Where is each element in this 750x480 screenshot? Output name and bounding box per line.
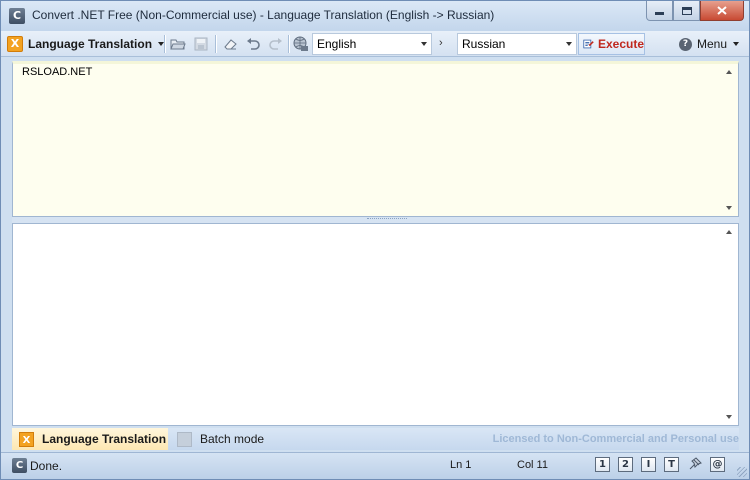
save-button[interactable] — [192, 35, 210, 53]
source-language-value: English — [317, 37, 357, 51]
panel-1-button[interactable]: 1 — [595, 457, 610, 472]
title-bar: C Convert .NET Free (Non-Commercial use)… — [1, 1, 749, 31]
execute-icon — [583, 39, 594, 49]
target-text-editor[interactable] — [12, 223, 739, 426]
splitter-grip-icon[interactable] — [367, 218, 407, 221]
main-toolbar: X Language Translation English › Russian… — [1, 31, 749, 57]
mode-dropdown[interactable]: X Language Translation — [7, 34, 165, 54]
save-icon — [194, 37, 208, 51]
resize-grip-icon[interactable] — [737, 467, 747, 477]
line-indicator: Ln 1 — [450, 459, 472, 471]
scroll-down-icon[interactable] — [726, 415, 732, 419]
scroll-up-icon[interactable] — [726, 230, 732, 234]
source-language-select[interactable]: English — [312, 33, 432, 55]
help-icon: ? — [679, 37, 692, 51]
window-title: Convert .NET Free (Non-Commercial use) -… — [32, 8, 495, 22]
open-folder-icon — [170, 39, 186, 50]
source-text[interactable]: RSLOAD.NET — [22, 66, 92, 78]
app-logo-icon[interactable]: C — [9, 8, 25, 24]
scroll-down-icon[interactable] — [726, 206, 732, 210]
mode-tab-bar: X Language Translation Batch mode Licens… — [12, 428, 739, 450]
maximize-button[interactable] — [673, 1, 700, 21]
tab-label: Batch mode — [200, 432, 265, 446]
chevron-down-icon — [421, 42, 427, 46]
pin-icon — [689, 457, 702, 470]
minimize-button[interactable] — [646, 1, 673, 21]
close-icon — [717, 6, 727, 15]
scroll-up-icon[interactable] — [726, 70, 732, 74]
clear-button[interactable] — [221, 35, 239, 53]
column-indicator: Col 11 — [517, 459, 548, 471]
execute-button[interactable]: Execute — [578, 33, 645, 55]
chevron-down-icon — [733, 42, 740, 46]
toolbar-divider — [164, 35, 165, 53]
language-globe-icon — [293, 36, 308, 51]
redo-button[interactable] — [267, 35, 285, 53]
redo-icon — [269, 38, 282, 50]
status-bar: C Done. Ln 1 Col 11 1 2 I T @ — [1, 452, 749, 479]
eraser-icon — [223, 38, 237, 49]
target-language-value: Russian — [462, 37, 506, 51]
app-logo-icon: C — [12, 458, 27, 473]
text-cursor-button[interactable]: I — [641, 457, 656, 472]
undo-icon — [247, 38, 260, 50]
panel-2-button[interactable]: 2 — [618, 457, 633, 472]
window-controls — [646, 1, 744, 21]
execute-label: Execute — [597, 37, 644, 51]
source-scrollbar[interactable] — [722, 64, 738, 216]
pin-button[interactable] — [687, 457, 702, 472]
maximize-icon — [681, 6, 692, 15]
text-format-button[interactable]: T — [664, 457, 679, 472]
source-text-editor[interactable]: RSLOAD.NET — [12, 61, 739, 217]
license-text: Licensed to Non-Commercial and Personal … — [492, 433, 739, 445]
close-button[interactable] — [700, 1, 744, 21]
email-button[interactable]: @ — [710, 457, 725, 472]
translation-mode-icon: X — [7, 36, 23, 52]
batch-mode-icon — [177, 431, 192, 447]
tab-language-translation[interactable]: X Language Translation — [12, 428, 168, 450]
tab-batch-mode[interactable]: Batch mode — [170, 428, 290, 450]
status-message: Done. — [30, 459, 63, 473]
translation-mode-icon: X — [19, 431, 34, 447]
app-window: C Convert .NET Free (Non-Commercial use)… — [0, 0, 750, 480]
open-folder-button[interactable] — [169, 35, 187, 53]
menu-button[interactable]: ? Menu — [679, 35, 740, 53]
chevron-down-icon — [566, 42, 572, 46]
language-options-button[interactable] — [292, 35, 310, 53]
target-language-select[interactable]: Russian — [457, 33, 577, 55]
toolbar-divider — [288, 35, 289, 53]
menu-label: Menu — [697, 37, 728, 51]
undo-button[interactable] — [244, 35, 262, 53]
toolbar-divider — [215, 35, 216, 53]
direction-arrow-icon: › — [439, 37, 443, 49]
minimize-icon — [655, 12, 664, 15]
tab-label: Language Translation — [42, 432, 167, 446]
mode-label: Language Translation — [28, 37, 153, 51]
target-scrollbar[interactable] — [722, 224, 738, 425]
